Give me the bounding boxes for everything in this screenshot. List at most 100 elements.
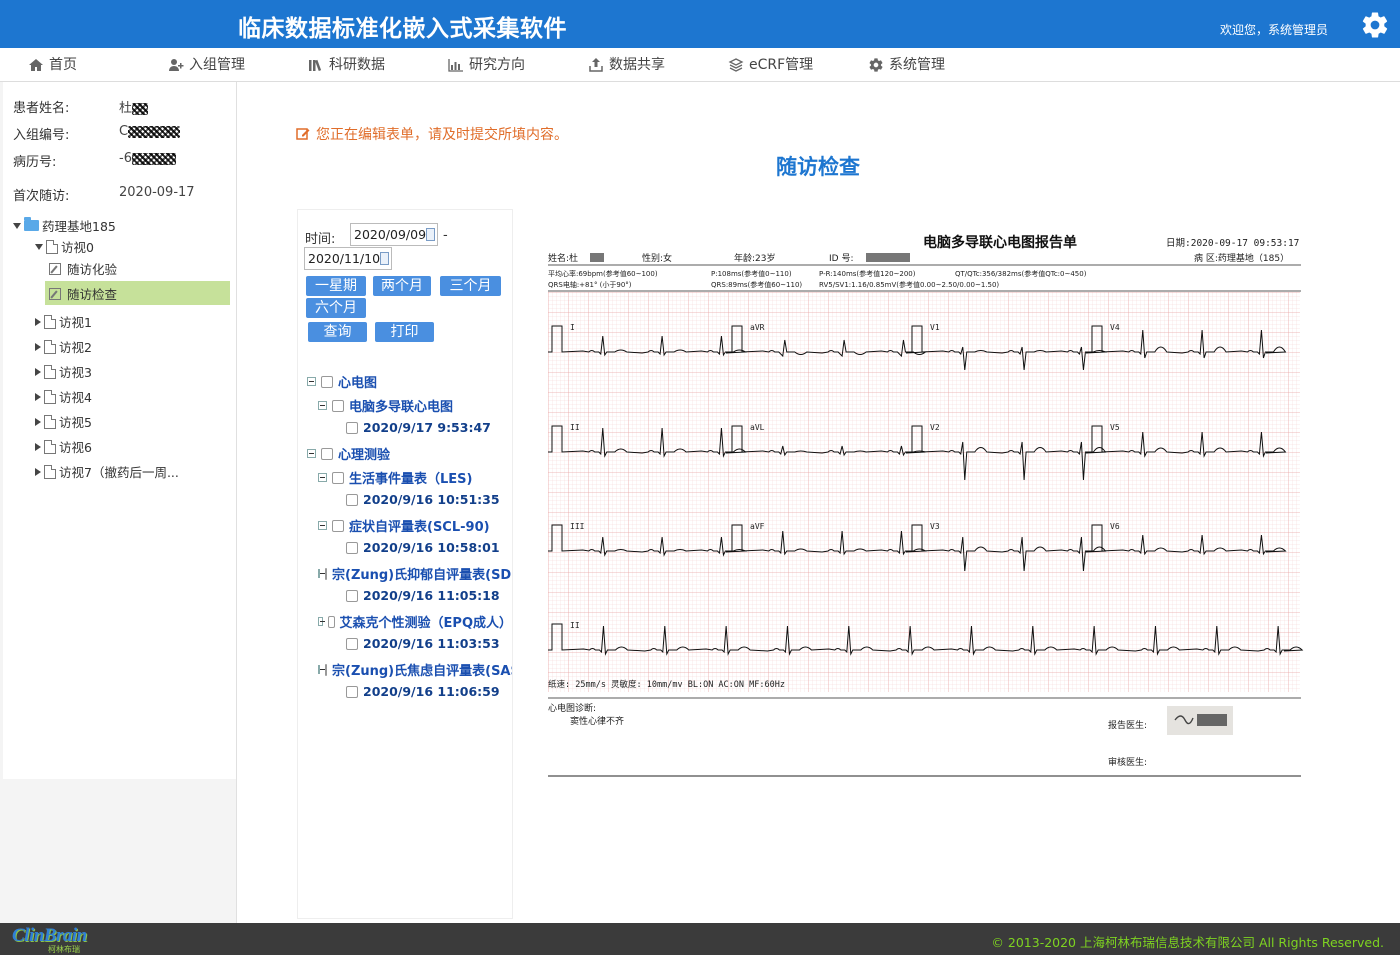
tree-visit[interactable]: 访视3 bbox=[35, 362, 92, 381]
tree-visit0[interactable]: 访视0 bbox=[35, 237, 94, 256]
nav-research-direction[interactable]: 研究方向 bbox=[448, 48, 525, 82]
tree-visit[interactable]: 访视7（撤药后一周... bbox=[35, 462, 179, 481]
ecg-sex: 性别:女 bbox=[642, 252, 672, 264]
ecg-qrs: QRS:89ms(参考值60~110) bbox=[711, 280, 802, 289]
print-button[interactable]: 打印 bbox=[375, 322, 434, 342]
folder-icon bbox=[24, 217, 39, 231]
settings-gear-icon[interactable] bbox=[1360, 10, 1390, 40]
caret-right-icon[interactable] bbox=[35, 392, 41, 401]
nav-research-data[interactable]: 科研数据 bbox=[308, 48, 385, 82]
tree-visit[interactable]: 访视2 bbox=[35, 337, 92, 356]
checkbox[interactable] bbox=[325, 567, 327, 580]
collapse-icon[interactable] bbox=[318, 521, 327, 530]
record-type-ecg[interactable]: 电脑多导联心电图 bbox=[318, 396, 512, 415]
collapse-icon[interactable] bbox=[318, 617, 326, 626]
record-item[interactable]: 2020/9/16 11:06:59 bbox=[346, 684, 512, 699]
caret-right-icon[interactable] bbox=[35, 442, 41, 451]
checkbox[interactable] bbox=[321, 447, 333, 460]
caret-right-icon[interactable] bbox=[35, 317, 41, 326]
calendar-icon[interactable] bbox=[426, 228, 435, 241]
nav-ecrf[interactable]: eCRF管理 bbox=[728, 48, 813, 82]
six-months-button[interactable]: 六个月 bbox=[306, 298, 366, 318]
checkbox[interactable] bbox=[332, 471, 344, 484]
document-icon bbox=[44, 414, 56, 429]
checkbox[interactable] bbox=[346, 685, 358, 698]
checkbox[interactable] bbox=[328, 615, 335, 628]
query-button[interactable]: 查询 bbox=[308, 322, 367, 342]
nav-data-share[interactable]: 数据共享 bbox=[588, 48, 665, 82]
caret-down-icon[interactable] bbox=[13, 222, 21, 229]
ecg-reviewer-label: 审核医生: bbox=[1108, 756, 1147, 768]
caret-down-icon[interactable] bbox=[35, 243, 43, 250]
edit-notice: 您正在编辑表单，请及时提交所填内容。 bbox=[296, 124, 568, 144]
collapse-icon[interactable] bbox=[307, 449, 316, 458]
bar-chart-icon bbox=[448, 59, 463, 72]
record-type-epq[interactable]: 艾森克个性测验（EPQ成人） bbox=[318, 612, 512, 631]
ecg-rv5: RV5/SV1:1.16/0.85mV(参考值0.00~2.50/0.00~1.… bbox=[819, 280, 999, 289]
ecg-lead-label: V3 bbox=[930, 522, 940, 531]
checkbox[interactable] bbox=[332, 399, 344, 412]
record-item[interactable]: 2020/9/17 9:53:47 bbox=[346, 420, 512, 435]
nav-system[interactable]: 系统管理 bbox=[868, 48, 945, 82]
caret-right-icon[interactable] bbox=[35, 467, 41, 476]
checkbox[interactable] bbox=[346, 493, 358, 506]
calendar-icon[interactable] bbox=[380, 252, 389, 265]
tree-visit[interactable]: 访视6 bbox=[35, 437, 92, 456]
ecg-lead-label: V5 bbox=[1110, 423, 1120, 432]
edit-form-icon bbox=[49, 287, 61, 300]
collapse-icon[interactable] bbox=[318, 569, 325, 578]
three-months-button[interactable]: 三个月 bbox=[440, 276, 501, 296]
checkbox[interactable] bbox=[346, 589, 358, 602]
collapse-icon[interactable] bbox=[318, 401, 327, 410]
ecg-p: P:108ms(参考值0~110) bbox=[711, 269, 792, 278]
collapse-icon[interactable] bbox=[318, 473, 327, 482]
record-item[interactable]: 2020/9/16 10:51:35 bbox=[346, 492, 512, 507]
caret-right-icon[interactable] bbox=[35, 417, 41, 426]
ecg-title: 电脑多导联心电图报告单 bbox=[923, 234, 1077, 251]
welcome-text: 欢迎您，系统管理员 bbox=[1220, 23, 1329, 37]
record-group-psych[interactable]: 心理测验 bbox=[307, 444, 512, 463]
caret-right-icon[interactable] bbox=[35, 367, 41, 376]
checkbox[interactable] bbox=[346, 541, 358, 554]
record-type-sas[interactable]: 宗(Zung)氏焦虑自评量表(SAS) bbox=[318, 660, 512, 679]
record-type-les[interactable]: 生活事件量表（LES) bbox=[318, 468, 512, 487]
one-week-button[interactable]: 一星期 bbox=[306, 276, 366, 296]
record-item[interactable]: 2020/9/16 11:03:53 bbox=[346, 636, 512, 651]
record-type-scl[interactable]: 症状自评量表(SCL-90) bbox=[318, 516, 512, 535]
collapse-icon[interactable] bbox=[307, 377, 316, 386]
tree-visit[interactable]: 访视5 bbox=[35, 412, 92, 431]
nav-home[interactable]: 首页 bbox=[28, 48, 77, 82]
tree-lab[interactable]: 随访化验 bbox=[49, 259, 117, 278]
collapse-icon[interactable] bbox=[318, 665, 325, 674]
checkbox[interactable] bbox=[325, 663, 327, 676]
checkbox[interactable] bbox=[321, 375, 333, 388]
record-type-sds[interactable]: 宗(Zung)氏抑郁自评量表(SDS) bbox=[318, 564, 512, 583]
document-icon bbox=[44, 439, 56, 454]
checkbox[interactable] bbox=[346, 637, 358, 650]
tree-root[interactable]: 药理基地185 bbox=[13, 216, 116, 235]
document-icon bbox=[44, 464, 56, 479]
ecg-lead-label: III bbox=[570, 522, 585, 531]
page-title: 随访检查 bbox=[776, 155, 860, 179]
ecg-lead-label: II bbox=[570, 621, 580, 630]
masked-value-icon bbox=[128, 125, 181, 138]
checkbox[interactable] bbox=[332, 519, 344, 532]
edit-warning-icon bbox=[296, 128, 310, 140]
ecg-lead-label: aVL bbox=[750, 423, 765, 432]
patient-enroll-row: 入组编号: C bbox=[13, 124, 181, 143]
tree-visit[interactable]: 访视1 bbox=[35, 312, 92, 331]
nav-enroll[interactable]: 入组管理 bbox=[168, 48, 245, 82]
record-item[interactable]: 2020/9/16 11:05:18 bbox=[346, 588, 512, 603]
ecg-lead-label: II bbox=[570, 423, 580, 432]
record-group-ecg[interactable]: 心电图 bbox=[307, 372, 512, 391]
date-from-input[interactable]: 2020/09/09 bbox=[350, 223, 438, 246]
sidebar bbox=[0, 82, 237, 923]
caret-right-icon[interactable] bbox=[35, 342, 41, 351]
tree-visit[interactable]: 访视4 bbox=[35, 387, 92, 406]
record-item[interactable]: 2020/9/16 10:58:01 bbox=[346, 540, 512, 555]
tree-exam[interactable]: 随访检查 bbox=[49, 284, 117, 303]
two-months-button[interactable]: 两个月 bbox=[373, 276, 431, 296]
checkbox[interactable] bbox=[346, 421, 358, 434]
date-to-input[interactable]: 2020/11/10 bbox=[304, 247, 392, 270]
main-nav: 首页 入组管理 科研数据 研究方向 数据共享 eCRF管理 系统管理 bbox=[0, 48, 1400, 82]
